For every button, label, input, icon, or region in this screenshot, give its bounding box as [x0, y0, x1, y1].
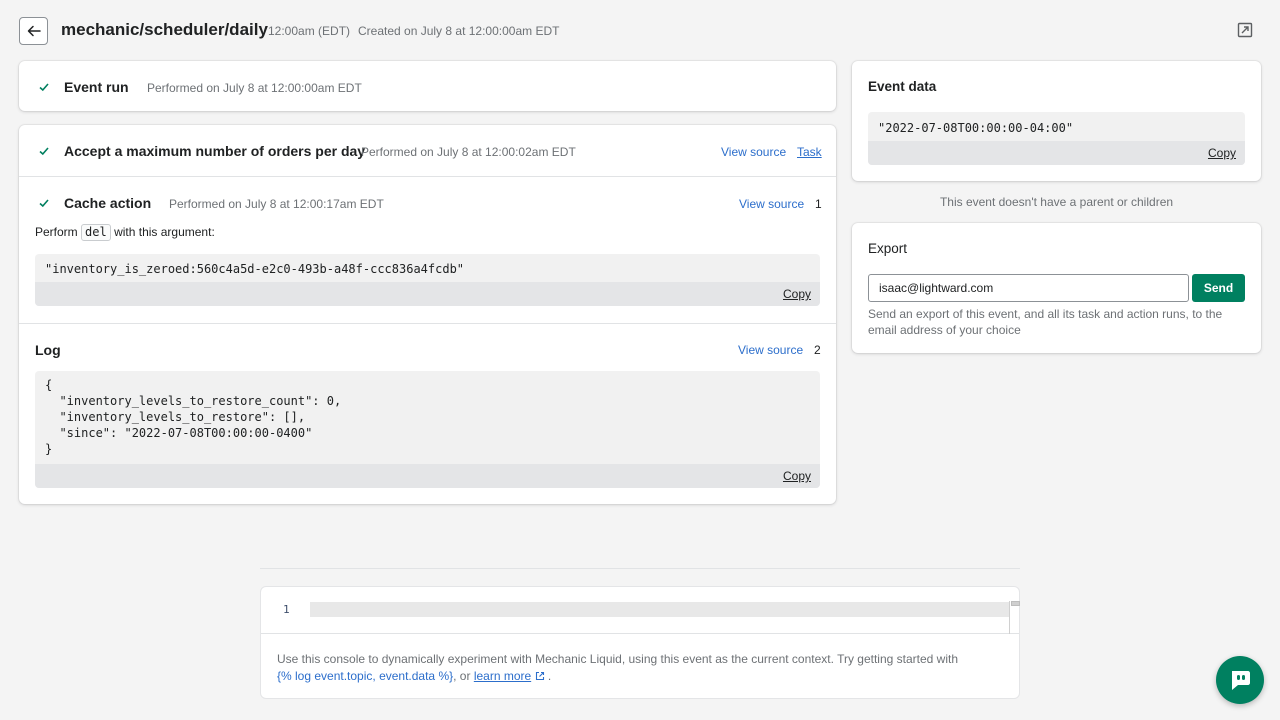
task-view-source-link[interactable]: View source: [721, 145, 786, 159]
copy-bar: Copy: [35, 282, 820, 306]
created-time: Created on July 8 at 12:00:00am EDT: [358, 24, 560, 38]
event-run-title: Event run: [64, 79, 129, 95]
export-title: Export: [868, 241, 908, 256]
page-title: mechanic/scheduler/daily: [61, 20, 268, 39]
perform-code: del: [81, 224, 111, 241]
send-button[interactable]: Send: [1192, 274, 1245, 302]
console-or-text: , or: [453, 669, 471, 683]
log-view-source-link[interactable]: View source: [738, 343, 803, 357]
scrollbar-thumb[interactable]: [1011, 601, 1020, 606]
divider: [19, 176, 836, 177]
console-example-code[interactable]: {% log event.topic, event.data %}: [277, 669, 453, 683]
log-copy-button[interactable]: Copy: [783, 469, 811, 483]
console-help: Use this console to dynamically experime…: [277, 651, 997, 685]
action-title: Cache action: [64, 195, 152, 211]
task-link[interactable]: Task: [797, 145, 822, 159]
chat-icon: [1232, 671, 1250, 690]
event-data-title: Event data: [868, 79, 937, 94]
task-meta: Performed on July 8 at 12:00:02am EDT: [361, 145, 576, 159]
log-count: 2: [814, 343, 821, 357]
export-card: Export Send Send an export of this event…: [852, 223, 1261, 353]
event-data-copy-button[interactable]: Copy: [1208, 146, 1236, 160]
export-help: Send an export of this event, and all it…: [868, 307, 1223, 337]
copy-bar: Copy: [35, 464, 820, 488]
divider: [19, 323, 836, 324]
divider: [260, 568, 1020, 569]
checkmark-icon: [39, 83, 49, 92]
event-data-box: "2022-07-08T00:00:00-04:00" Copy: [868, 112, 1245, 165]
action-argument-box: "inventory_is_zeroed:560c4a5d-e2c0-493b-…: [35, 254, 820, 306]
action-view-source-link[interactable]: View source: [739, 197, 804, 211]
relations-note: This event doesn't have a parent or chil…: [939, 195, 1174, 209]
checkmark-icon: [39, 147, 49, 156]
action-copy-button[interactable]: Copy: [783, 287, 811, 301]
perform-prefix: Perform: [35, 225, 78, 239]
external-expand-icon: [1237, 22, 1253, 38]
log-box: { "inventory_levels_to_restore_count": 0…: [35, 371, 820, 488]
line-number: 1: [283, 603, 290, 616]
event-run-card: Event run Performed on July 8 at 12:00:0…: [19, 61, 836, 111]
console-help-text: Use this console to dynamically experime…: [277, 652, 958, 666]
external-link-icon: [535, 671, 544, 681]
event-data-card: Event data "2022-07-08T00:00:00-04:00" C…: [852, 61, 1261, 181]
task-run-card: Accept a maximum number of orders per da…: [19, 125, 836, 504]
arrow-left-icon: [27, 25, 41, 37]
active-line[interactable]: [310, 602, 1009, 617]
event-time: 12:00am (EDT): [268, 24, 351, 38]
event-run-meta: Performed on July 8 at 12:00:00am EDT: [147, 81, 362, 95]
log-title: Log: [35, 342, 61, 358]
console-editor[interactable]: 1: [261, 587, 1020, 634]
copy-bar: Copy: [868, 141, 1245, 165]
action-meta: Performed on July 8 at 12:00:17am EDT: [169, 197, 384, 211]
log-content: { "inventory_levels_to_restore_count": 0…: [45, 378, 342, 456]
task-title: Accept a maximum number of orders per da…: [64, 143, 366, 159]
console-period: .: [547, 669, 552, 683]
event-data-value: "2022-07-08T00:00:00-04:00": [878, 121, 1074, 135]
expand-button[interactable]: [1237, 22, 1255, 40]
back-button[interactable]: [19, 17, 48, 45]
chat-button[interactable]: [1216, 656, 1264, 704]
action-count: 1: [815, 197, 822, 211]
checkmark-icon: [39, 199, 49, 208]
perform-description: Perform del with this argument:: [35, 224, 215, 241]
action-argument: "inventory_is_zeroed:560c4a5d-e2c0-493b-…: [45, 262, 465, 276]
learn-more-link[interactable]: learn more: [474, 669, 531, 683]
liquid-console: 1 Use this console to dynamically experi…: [260, 586, 1020, 699]
export-email-input[interactable]: [868, 274, 1189, 302]
perform-suffix: with this argument:: [114, 225, 215, 239]
